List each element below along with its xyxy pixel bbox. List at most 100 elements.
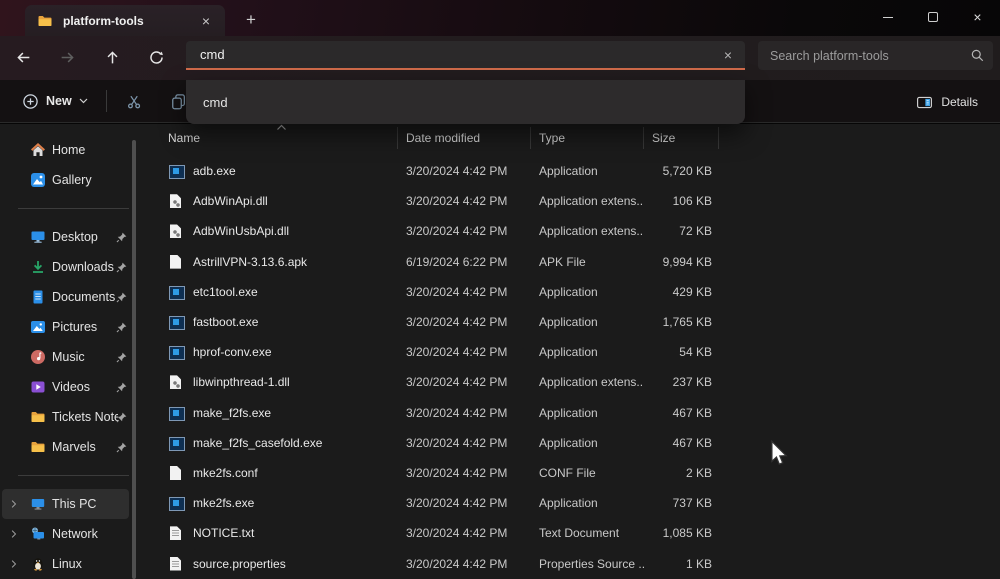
maximize-button[interactable] — [910, 0, 955, 34]
chevron-right-icon[interactable] — [8, 528, 20, 540]
sidebar-item-marvels[interactable]: Marvels — [2, 432, 129, 462]
minimize-button[interactable] — [865, 0, 910, 34]
sidebar-item-desktop[interactable]: Desktop — [2, 222, 129, 252]
file-name: adb.exe — [193, 164, 236, 179]
sidebar-item-music[interactable]: Music — [2, 342, 129, 372]
column-header-date-modified[interactable]: Date modified — [398, 127, 531, 149]
file-row[interactable]: source.properties 3/20/2024 4:42 PM Prop… — [145, 548, 1000, 578]
up-arrow-icon — [107, 51, 118, 64]
file-row[interactable]: make_f2fs.exe 3/20/2024 4:42 PM Applicat… — [145, 398, 1000, 428]
sidebar-item-pictures[interactable]: Pictures — [2, 312, 129, 342]
column-header-type[interactable]: Type — [531, 127, 644, 149]
file-size: 72 KB — [679, 224, 712, 239]
sidebar-scrollbar[interactable] — [132, 140, 136, 579]
sidebar-item-gallery[interactable]: Gallery — [2, 165, 129, 195]
refresh-button[interactable] — [140, 41, 173, 74]
details-button[interactable]: Details — [908, 86, 986, 118]
file-size: 106 KB — [672, 194, 712, 209]
sidebar-item-label: Pictures — [52, 320, 98, 334]
file-type: Application extens... — [539, 224, 644, 239]
navigation-bar: × Search platform-tools — [0, 36, 1000, 80]
music-icon — [30, 349, 46, 365]
pin-icon — [115, 261, 128, 274]
file-size: 467 KB — [672, 405, 712, 420]
file-row[interactable]: fastboot.exe 3/20/2024 4:42 PM Applicati… — [145, 307, 1000, 337]
file-type: Application extens... — [539, 194, 644, 209]
suggestion-item-cmd[interactable]: cmd — [186, 80, 745, 124]
pc-icon — [30, 496, 46, 512]
file-date-modified: 3/20/2024 4:42 PM — [406, 345, 508, 360]
title-bar: platform-tools × + × — [0, 0, 1000, 36]
file-date-modified: 3/20/2024 4:42 PM — [406, 526, 508, 541]
sidebar-item-label: Videos — [52, 380, 90, 394]
dll-file-icon — [168, 374, 184, 390]
text-file-icon — [168, 556, 184, 572]
sidebar-item-label: This PC — [52, 497, 97, 511]
sidebar-item-tickets-notes[interactable]: Tickets Notes — [2, 402, 129, 432]
sidebar-item-network[interactable]: Network — [2, 519, 129, 549]
address-clear-icon[interactable]: × — [715, 43, 741, 67]
file-name: NOTICE.txt — [193, 526, 255, 541]
file-row[interactable]: make_f2fs_casefold.exe 3/20/2024 4:42 PM… — [145, 428, 1000, 458]
file-date-modified: 3/20/2024 4:42 PM — [406, 556, 508, 571]
tab-close-icon[interactable]: × — [195, 10, 217, 32]
explorer-tab[interactable]: platform-tools × — [25, 5, 225, 36]
sidebar-item-videos[interactable]: Videos — [2, 372, 129, 402]
file-name: AstrillVPN-3.13.6.apk — [193, 254, 308, 269]
chevron-right-icon[interactable] — [8, 558, 20, 570]
sidebar-item-documents[interactable]: Documents — [2, 282, 129, 312]
file-size: 5,720 KB — [662, 164, 712, 179]
file-date-modified: 6/19/2024 6:22 PM — [406, 254, 508, 269]
forward-button[interactable] — [51, 41, 84, 74]
file-row[interactable]: AdbWinApi.dll 3/20/2024 4:42 PM Applicat… — [145, 186, 1000, 216]
file-file-icon — [168, 465, 184, 481]
file-type: Application extens... — [539, 375, 644, 390]
address-bar[interactable]: × — [186, 41, 745, 70]
exe-file-icon — [168, 495, 185, 512]
file-type: CONF File — [539, 465, 596, 480]
details-pane-icon — [917, 96, 933, 108]
search-box[interactable]: Search platform-tools — [758, 41, 993, 70]
file-name: mke2fs.conf — [193, 465, 258, 480]
file-row[interactable]: etc1tool.exe 3/20/2024 4:42 PM Applicati… — [145, 277, 1000, 307]
search-icon — [971, 49, 984, 62]
sidebar-item-downloads[interactable]: Downloads — [2, 252, 129, 282]
sidebar-item-label: Music — [52, 350, 85, 364]
file-row[interactable]: mke2fs.conf 3/20/2024 4:42 PM CONF File … — [145, 458, 1000, 488]
file-size: 467 KB — [672, 435, 712, 450]
refresh-icon — [150, 51, 163, 64]
file-row[interactable]: AdbWinUsbApi.dll 3/20/2024 4:42 PM Appli… — [145, 216, 1000, 246]
pin-icon — [115, 351, 128, 364]
file-row[interactable]: AstrillVPN-3.13.6.apk 6/19/2024 6:22 PM … — [145, 247, 1000, 277]
new-tab-button[interactable]: + — [238, 7, 264, 33]
new-button[interactable]: New — [12, 85, 98, 117]
sidebar-item-this-pc[interactable]: This PC — [2, 489, 129, 519]
file-row[interactable]: adb.exe 3/20/2024 4:42 PM Application 5,… — [145, 156, 1000, 186]
window-controls: × — [865, 0, 1000, 36]
file-row[interactable]: hprof-conv.exe 3/20/2024 4:42 PM Applica… — [145, 337, 1000, 367]
documents-icon — [30, 289, 46, 305]
file-row[interactable]: mke2fs.exe 3/20/2024 4:42 PM Application… — [145, 488, 1000, 518]
sidebar-item-label: Marvels — [52, 440, 96, 454]
file-size: 1,085 KB — [662, 526, 712, 541]
sidebar-item-home[interactable]: Home — [2, 135, 129, 165]
column-header-size[interactable]: Size — [644, 127, 719, 149]
exe-file-icon — [168, 344, 185, 361]
back-button[interactable] — [7, 41, 40, 74]
column-header-name[interactable]: Name — [145, 127, 398, 149]
file-type: Text Document — [539, 526, 620, 541]
cut-button[interactable] — [117, 85, 153, 117]
address-input[interactable] — [186, 47, 715, 62]
dll-file-icon — [168, 193, 184, 209]
new-button-label: New — [46, 94, 72, 108]
pin-icon — [115, 231, 128, 244]
up-button[interactable] — [96, 41, 129, 74]
file-date-modified: 3/20/2024 4:42 PM — [406, 194, 508, 209]
folder-icon — [30, 409, 46, 425]
file-type: APK File — [539, 254, 586, 269]
file-row[interactable]: libwinpthread-1.dll 3/20/2024 4:42 PM Ap… — [145, 367, 1000, 397]
chevron-right-icon[interactable] — [8, 498, 20, 510]
file-row[interactable]: NOTICE.txt 3/20/2024 4:42 PM Text Docume… — [145, 518, 1000, 548]
close-button[interactable]: × — [955, 0, 1000, 34]
sidebar-item-linux[interactable]: Linux — [2, 549, 129, 579]
